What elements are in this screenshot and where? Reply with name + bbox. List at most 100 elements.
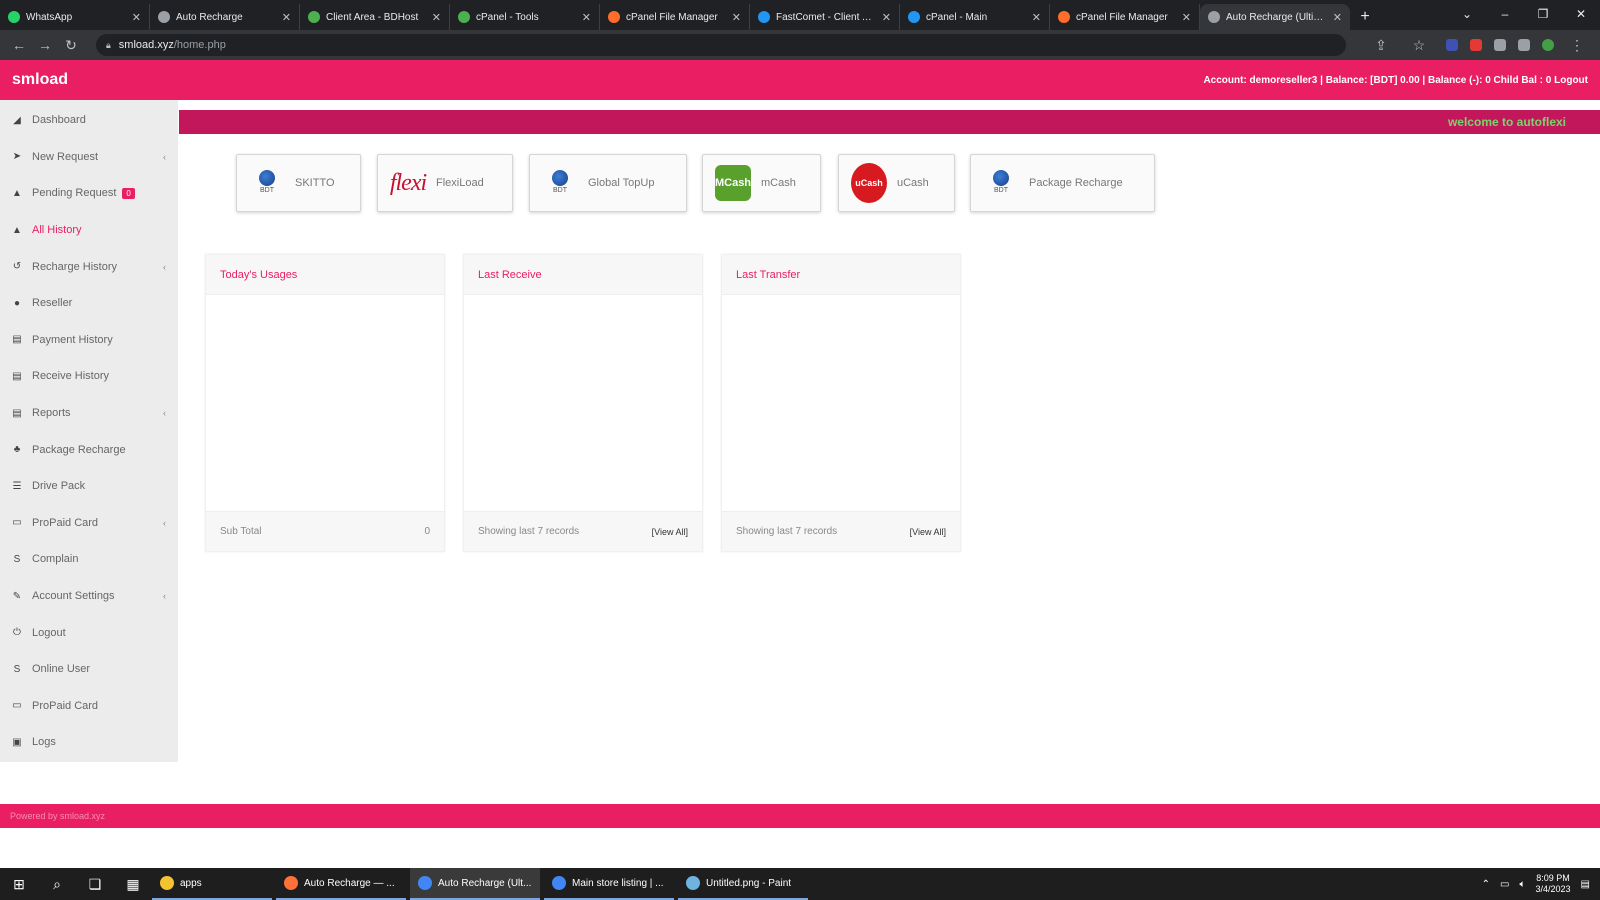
close-window-button[interactable]: ✕: [1562, 7, 1600, 21]
close-icon[interactable]: ✕: [732, 11, 741, 24]
favicon-icon: [1058, 11, 1070, 23]
address-bar[interactable]: 🔒︎ smload.xyz/home.php: [96, 34, 1346, 56]
service-global-topup-button[interactable]: BDT Global TopUp: [529, 154, 687, 212]
browser-tab[interactable]: Auto Recharge ✕: [150, 4, 300, 30]
share-icon[interactable]: ⇪: [1370, 37, 1392, 54]
app-icon: [284, 876, 298, 890]
taskbar-app[interactable]: Untitled.png - Paint: [678, 868, 808, 900]
calculator-icon[interactable]: ▦: [114, 868, 152, 900]
chevron-left-icon: ‹: [163, 408, 166, 419]
sidebar-item-account-settings[interactable]: ✎ Account Settings ‹: [0, 578, 178, 615]
browser-tab[interactable]: WhatsApp ✕: [0, 4, 150, 30]
sidebar-item-pending-request[interactable]: ▲ Pending Request 0: [0, 175, 178, 212]
minimize-button[interactable]: –: [1486, 7, 1524, 21]
sidebar-item-label: Drive Pack: [32, 480, 86, 493]
table-icon: ▤: [12, 334, 22, 346]
sidebar-item-label: Payment History: [32, 333, 113, 346]
sidebar-item-reports[interactable]: ▤ Reports ‹: [0, 395, 178, 432]
sidebar-item-payment-history[interactable]: ▤ Payment History: [0, 322, 178, 359]
star-icon[interactable]: ☆: [1408, 37, 1430, 54]
browser-tab[interactable]: FastComet - Client Area ✕: [750, 4, 900, 30]
panel-footer: Showing last 7 records [View All]: [722, 511, 960, 551]
sidebar-item-dashboard[interactable]: ◢ Dashboard: [0, 102, 178, 139]
extension-icon[interactable]: [1446, 39, 1458, 51]
network-icon[interactable]: ▭: [1500, 879, 1509, 890]
taskbar-app[interactable]: Main store listing | ...: [544, 868, 674, 900]
tab-label: cPanel - Tools: [476, 11, 539, 23]
browser-tab[interactable]: cPanel File Manager ✕: [600, 4, 750, 30]
clock[interactable]: 8:09 PM 3/4/2023: [1536, 873, 1571, 895]
windows-start-icon[interactable]: ⊞: [0, 868, 38, 900]
sidebar-item-new-request[interactable]: ➤ New Request ‹: [0, 139, 178, 176]
close-icon[interactable]: ✕: [582, 11, 591, 24]
service-skitto-button[interactable]: BDT SKITTO: [236, 154, 361, 212]
tab-label: Client Area - BDHost: [326, 11, 419, 23]
sidebar-item-all-history[interactable]: ▲ All History: [0, 212, 178, 249]
notification-icon[interactable]: ▤: [1581, 879, 1590, 890]
browser-tab[interactable]: Auto Recharge (Ultimate) ✕: [1200, 4, 1350, 30]
view-all-link[interactable]: [View All]: [652, 527, 688, 537]
profile-avatar[interactable]: [1542, 39, 1554, 51]
taskbar-app[interactable]: Auto Recharge (Ult...: [410, 868, 540, 900]
menu-icon[interactable]: ⋮: [1566, 37, 1588, 54]
close-icon[interactable]: ✕: [432, 11, 441, 24]
footer-credit: Powered by smload.xyz: [10, 811, 106, 821]
browser-tab[interactable]: cPanel - Main ✕: [900, 4, 1050, 30]
close-icon[interactable]: ✕: [1182, 11, 1191, 24]
close-icon[interactable]: ✕: [282, 11, 291, 24]
new-tab-button[interactable]: +: [1350, 4, 1380, 30]
extension-icon[interactable]: [1470, 39, 1482, 51]
sidebar-item-propaid-card[interactable]: ▭ ProPaid Card: [0, 688, 178, 725]
sidebar-item-label: ProPaid Card: [32, 516, 99, 529]
forward-icon[interactable]: →: [34, 37, 56, 53]
brand-logo[interactable]: smload: [12, 71, 68, 89]
close-icon[interactable]: ✕: [882, 11, 891, 24]
taskbar-app[interactable]: Auto Recharge — ...: [276, 868, 406, 900]
sidebar-item-package-recharge[interactable]: ♣ Package Recharge: [0, 431, 178, 468]
sidebar-item-reseller[interactable]: ● Reseller: [0, 285, 178, 322]
back-icon[interactable]: ←: [8, 37, 30, 53]
favicon-icon: [8, 11, 20, 23]
taskbar-app[interactable]: apps: [152, 868, 272, 900]
view-all-link[interactable]: [View All]: [910, 527, 946, 537]
browser-tab[interactable]: cPanel File Manager ✕: [1050, 4, 1200, 30]
browser-tab[interactable]: Client Area - BDHost ✕: [300, 4, 450, 30]
reload-icon[interactable]: ↻: [60, 37, 82, 54]
sidebar-item-label: Dashboard: [32, 114, 86, 127]
sidepanel-icon[interactable]: [1518, 39, 1530, 51]
service-ucash-button[interactable]: uCash uCash: [838, 154, 955, 212]
records-note: Showing last 7 records: [736, 526, 838, 537]
volume-icon[interactable]: 🔈︎: [1520, 879, 1526, 890]
sidebar-item-receive-history[interactable]: ▤ Receive History: [0, 358, 178, 395]
browser-tab[interactable]: cPanel - Tools ✕: [450, 4, 600, 30]
close-icon[interactable]: ✕: [1032, 11, 1041, 24]
sidebar-item-recharge-history[interactable]: ↺ Recharge History ‹: [0, 248, 178, 285]
sidebar-item-label: Account Settings: [32, 590, 115, 603]
sidebar-item-propaid-card[interactable]: ▭ ProPaid Card ‹: [0, 505, 178, 542]
sidebar-item-drive-pack[interactable]: ☰ Drive Pack: [0, 468, 178, 505]
sidebar-item-label: Receive History: [32, 370, 110, 383]
welcome-marquee: welcome to autoflexi: [179, 110, 1600, 134]
puzzle-icon[interactable]: [1494, 39, 1506, 51]
search-icon[interactable]: ⌕: [38, 868, 76, 900]
extension-icons: ⇪ ☆ ⋮: [1370, 37, 1592, 54]
sidebar-item-logout[interactable]: ⏻ Logout: [0, 614, 178, 651]
mcash-logo-icon: MCash: [715, 165, 751, 201]
service-mcash-button[interactable]: MCash mCash: [702, 154, 821, 212]
task-view-icon[interactable]: ❏: [76, 868, 114, 900]
restore-button[interactable]: ❐: [1524, 7, 1562, 21]
service-package-recharge-button[interactable]: BDT Package Recharge: [970, 154, 1155, 212]
sidebar-item-label: Reseller: [32, 297, 73, 310]
sidebar-item-logs[interactable]: ▣ Logs: [0, 724, 178, 761]
browser-tab-bar: WhatsApp ✕ Auto Recharge ✕ Client Area - BDH…: [0, 0, 1600, 30]
sidebar-item-complain[interactable]: S Complain: [0, 541, 178, 578]
service-flexiload-button[interactable]: flexi FlexiLoad: [377, 154, 513, 212]
tab-search-icon[interactable]: ⌄: [1448, 7, 1486, 21]
chevron-up-icon[interactable]: ⌃: [1482, 879, 1490, 890]
sidebar-item-online-user[interactable]: S Online User: [0, 651, 178, 688]
person-icon: ●: [13, 297, 21, 309]
close-icon[interactable]: ✕: [1333, 11, 1342, 24]
tab-label: Auto Recharge (Ultimate): [1226, 11, 1327, 23]
close-icon[interactable]: ✕: [132, 11, 141, 24]
panel-title: Today's Usages: [206, 255, 444, 295]
